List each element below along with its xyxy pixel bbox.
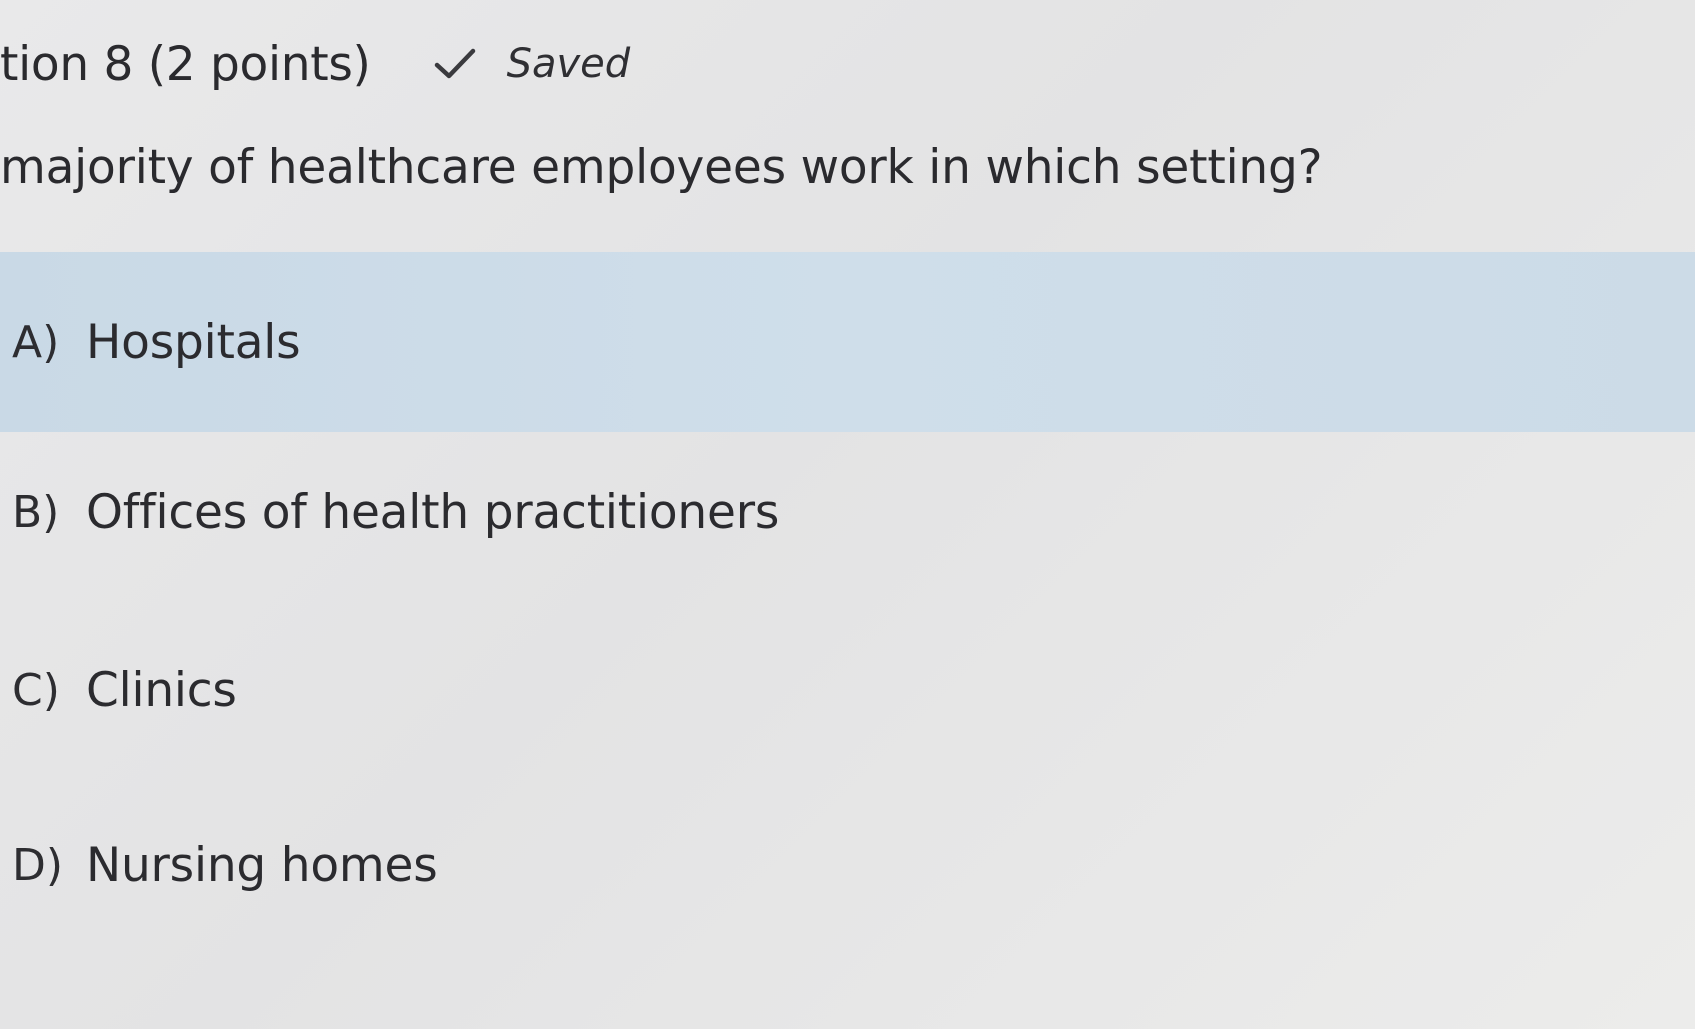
answer-option-d[interactable]: D) Nursing homes [0,785,1695,945]
question-header: tion 8 (2 points) Saved [0,34,630,94]
quiz-question-panel: tion 8 (2 points) Saved majority of heal… [0,0,1695,1029]
option-text: Hospitals [86,314,301,370]
option-letter: C) [12,664,60,716]
saved-label: Saved [506,41,631,87]
answer-option-a[interactable]: A) Hospitals [0,252,1695,432]
question-title: tion 8 (2 points) [0,36,371,92]
option-letter: D) [12,839,64,891]
question-text: majority of healthcare employees work in… [0,140,1323,195]
answer-option-c[interactable]: C) Clinics [0,610,1695,770]
option-letter: A) [12,316,60,368]
option-text: Clinics [86,662,237,718]
saved-status: Saved [433,41,631,87]
option-letter: B) [12,486,60,538]
checkmark-icon [433,46,477,82]
option-text: Offices of health practitioners [86,484,780,540]
option-text: Nursing homes [86,837,438,893]
answer-option-b[interactable]: B) Offices of health practitioners [0,432,1695,592]
